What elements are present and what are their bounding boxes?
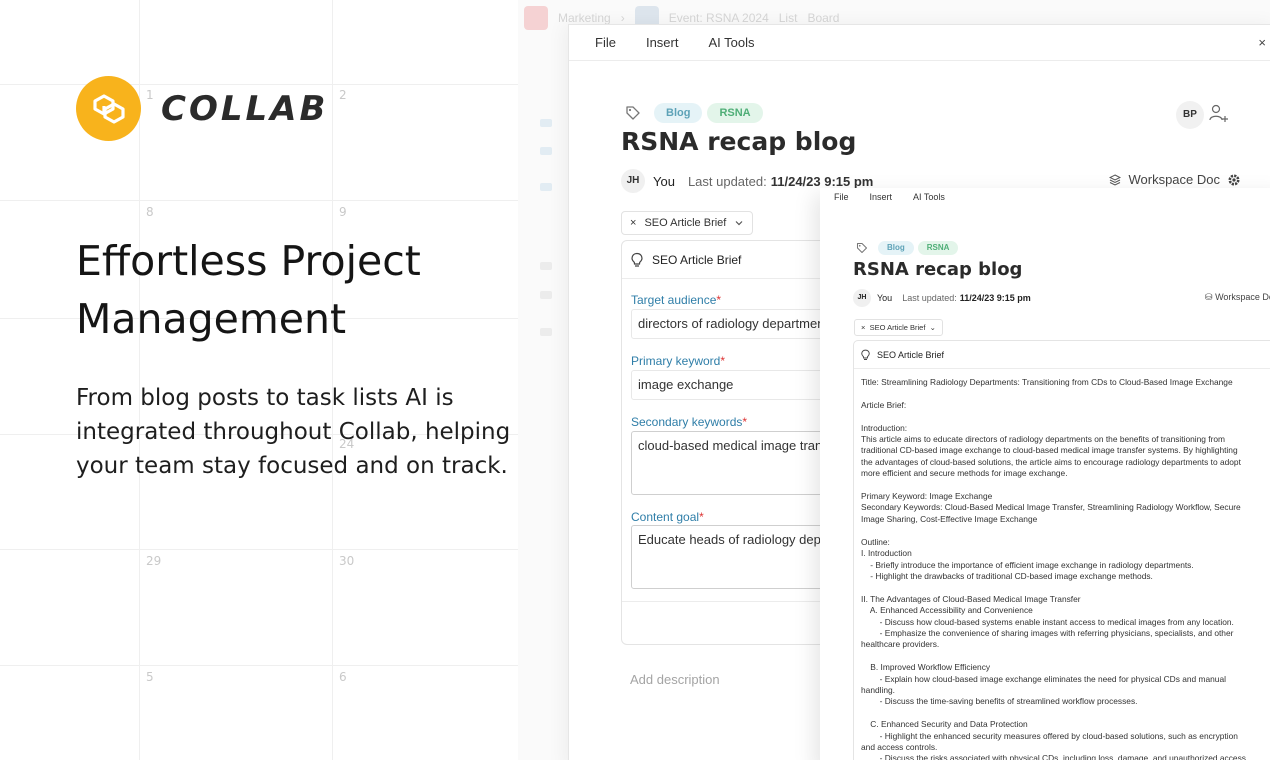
calendar-grid-line (332, 0, 333, 760)
template-chip-label: SEO Article Brief (644, 217, 727, 229)
field-label: Target audience* (631, 293, 721, 307)
app-root: 1 2 8 9 24 29 30 5 6 Marketing › Event: … (0, 0, 1270, 760)
required-mark: * (699, 510, 704, 524)
required-mark: * (742, 415, 748, 429)
close-icon[interactable]: × (630, 212, 636, 234)
lightbulb-icon (861, 349, 870, 360)
field-label: Secondary keywords* (631, 415, 747, 429)
generated-brief-panel: File Insert AI Tools Blog RSNA RSNA reca… (820, 188, 1270, 760)
menu-file[interactable]: File (595, 35, 616, 50)
card-header: SEO Article Brief (854, 341, 1270, 369)
author-name: You (653, 173, 675, 189)
workspace-label: Workspace Doc (1128, 172, 1220, 187)
updated-label: Last updated: (902, 293, 957, 303)
logo-mark (76, 76, 141, 141)
tag-blog[interactable]: Blog (654, 103, 703, 123)
primary-keyword-label: Primary keyword (631, 354, 721, 368)
avatar[interactable]: JH (853, 289, 871, 307)
chevron-down-icon[interactable] (734, 218, 744, 228)
breadcrumb-item: Marketing (558, 11, 611, 25)
view-board: Board (807, 11, 840, 25)
background-row (540, 183, 552, 191)
menu-ai-tools[interactable]: AI Tools (708, 35, 754, 50)
background-row (540, 262, 552, 270)
hexagon-logo-icon (92, 93, 125, 124)
generated-brief-card: SEO Article Brief Title: Streamlining Ra… (853, 340, 1270, 760)
document-meta: JH You Last updated: 11/24/23 9:15 pm (853, 289, 1031, 307)
menu-bar: File Insert AI Tools (569, 25, 1270, 61)
hero-subtext: From blog posts to task lists AI is inte… (76, 385, 511, 479)
updated-label: Last updated: (687, 173, 767, 189)
chevron-down-icon[interactable]: ⌄ (930, 323, 936, 332)
calendar-day: 8 (146, 205, 154, 219)
document-title[interactable]: RSNA recap blog (621, 127, 856, 156)
menu-bar: File Insert AI Tools (834, 192, 945, 202)
menu-ai-tools[interactable]: AI Tools (913, 192, 945, 202)
menu-insert[interactable]: Insert (870, 192, 893, 202)
workspace-doc-indicator[interactable]: Workspace Doc (1109, 172, 1241, 187)
tag-rsna[interactable]: RSNA (917, 241, 959, 255)
card-title: SEO Article Brief (877, 349, 945, 360)
breadcrumb-item: Event: RSNA 2024 (668, 11, 769, 25)
content-goal-label: Content goal (631, 510, 700, 524)
tag-icon[interactable] (856, 242, 868, 254)
document-title[interactable]: RSNA recap blog (853, 259, 1022, 280)
workspace-icon (1109, 173, 1122, 186)
tag-icon[interactable] (625, 105, 641, 121)
required-mark: * (720, 354, 726, 368)
avatar[interactable]: BP (1176, 101, 1204, 129)
tag-rsna[interactable]: RSNA (707, 103, 763, 123)
field-label: Primary keyword* (631, 354, 725, 368)
calendar-day: 29 (146, 554, 162, 568)
hero-headline: Effortless Project Management (76, 237, 421, 343)
lightbulb-icon (631, 252, 643, 267)
calendar-day: 6 (339, 670, 347, 684)
brand-name: COLLAB (161, 88, 329, 129)
gear-icon[interactable] (1227, 173, 1241, 187)
brand-logo: COLLAB (76, 76, 328, 141)
calendar-grid-line (0, 665, 520, 666)
background-row (540, 119, 552, 127)
breadcrumb-separator: › (620, 11, 625, 25)
background-row (540, 147, 552, 155)
field-label: Content goal* (631, 510, 704, 524)
workspace-icon: ⛁ (1205, 292, 1213, 302)
project-icon (524, 6, 548, 30)
target-audience-label: Target audience (631, 293, 717, 307)
tag-list: Blog RSNA (625, 103, 763, 123)
workspace-doc-indicator[interactable]: ⛁ Workspace Doc (1205, 292, 1270, 303)
close-icon[interactable]: × (1258, 35, 1266, 50)
template-chip-label: SEO Article Brief (869, 323, 926, 332)
secondary-keywords-label: Secondary keywords (631, 415, 743, 429)
background-row (540, 291, 552, 299)
calendar-day: 30 (339, 554, 355, 568)
updated-value: 11/24/23 9:15 pm (770, 173, 874, 189)
calendar-day: 5 (146, 670, 154, 684)
tag-list: Blog RSNA (856, 241, 959, 255)
author-name: You (877, 293, 893, 303)
calendar-grid-line (0, 549, 520, 550)
menu-file[interactable]: File (834, 192, 849, 202)
workspace-label: Workspace Doc (1215, 292, 1270, 302)
add-user-icon[interactable] (1208, 103, 1230, 125)
menu-insert[interactable]: Insert (646, 35, 679, 50)
background-row (540, 328, 552, 336)
add-description-field[interactable]: Add description (630, 672, 720, 687)
template-chip[interactable]: × SEO Article Brief ⌄ (854, 319, 943, 336)
generated-brief-text[interactable]: Title: Streamlining Radiology Department… (861, 377, 1270, 760)
calendar-day: 9 (339, 205, 347, 219)
view-list: List (778, 11, 798, 25)
avatar[interactable]: JH (621, 169, 645, 193)
close-icon[interactable]: × (861, 323, 865, 332)
template-chip[interactable]: × SEO Article Brief (621, 211, 754, 235)
updated-value: 11/24/23 9:15 pm (959, 293, 1031, 303)
calendar-grid-line (0, 200, 520, 201)
required-mark: * (716, 293, 722, 307)
calendar-day: 2 (339, 88, 347, 102)
tag-blog[interactable]: Blog (878, 241, 914, 255)
form-title: SEO Article Brief (652, 252, 742, 267)
